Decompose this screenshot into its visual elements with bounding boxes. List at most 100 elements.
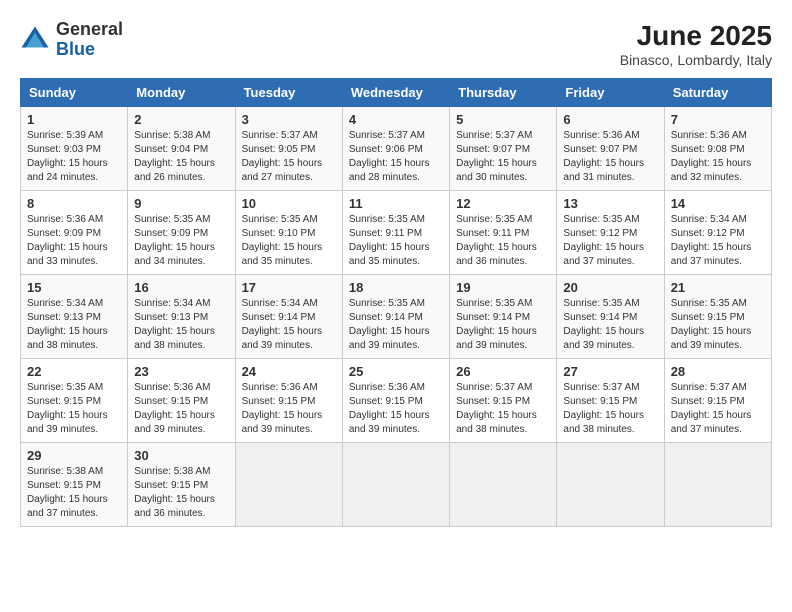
day-info: Sunrise: 5:35 AM Sunset: 9:11 PM Dayligh… [456,213,550,269]
day-number: 4 [349,112,443,127]
calendar-header-row: Sunday Monday Tuesday Wednesday Thursday… [21,79,772,107]
logo-text: General Blue [56,20,123,60]
table-row: 13 Sunrise: 5:35 AM Sunset: 9:12 PM Dayli… [557,191,664,275]
day-number: 7 [671,112,765,127]
table-row: 1 Sunrise: 5:39 AM Sunset: 9:03 PM Daylig… [21,107,128,191]
day-number: 8 [27,196,121,211]
table-row: 5 Sunrise: 5:37 AM Sunset: 9:07 PM Daylig… [450,107,557,191]
table-row: 29 Sunrise: 5:38 AM Sunset: 9:15 PM Dayli… [21,443,128,527]
table-row: 19Sunrise: 5:35 AM Sunset: 9:14 PM Dayli… [450,275,557,359]
day-number: 28 [671,364,765,379]
table-row: 30 Sunrise: 5:38 AM Sunset: 9:15 PM Dayli… [128,443,235,527]
day-info: Sunrise: 5:38 AM Sunset: 9:04 PM Dayligh… [134,129,228,185]
table-row: 2 Sunrise: 5:38 AM Sunset: 9:04 PM Daylig… [128,107,235,191]
day-number: 3 [242,112,336,127]
day-info: Sunrise: 5:37 AM Sunset: 9:15 PM Dayligh… [563,381,657,437]
day-info: Sunrise: 5:36 AM Sunset: 9:08 PM Dayligh… [671,129,765,185]
day-number: 12 [456,196,550,211]
day-number: 14 [671,196,765,211]
table-row: 21 Sunrise: 5:35 AM Sunset: 9:15 PM Dayli… [664,275,771,359]
col-sunday: Sunday [21,79,128,107]
col-wednesday: Wednesday [342,79,449,107]
table-row: 11 Sunrise: 5:35 AM Sunset: 9:11 PM Dayli… [342,191,449,275]
day-number: 16 [134,280,228,295]
day-number: 27 [563,364,657,379]
table-row [235,443,342,527]
day-number: 29 [27,448,121,463]
table-row: 26 Sunrise: 5:37 AM Sunset: 9:15 PM Dayli… [450,359,557,443]
col-thursday: Thursday [450,79,557,107]
table-row: 22 Sunrise: 5:35 AM Sunset: 9:15 PM Dayli… [21,359,128,443]
day-info: Sunrise: 5:36 AM Sunset: 9:07 PM Dayligh… [563,129,657,185]
day-number: 2 [134,112,228,127]
day-info: Sunrise: 5:39 AM Sunset: 9:03 PM Dayligh… [27,129,121,185]
logo-general: General [56,19,123,39]
day-info: Sunrise: 5:35 AM Sunset: 9:15 PM Dayligh… [27,381,121,437]
table-row [664,443,771,527]
day-info: Sunrise: 5:36 AM Sunset: 9:09 PM Dayligh… [27,213,121,269]
calendar-week-row: 22 Sunrise: 5:35 AM Sunset: 9:15 PM Dayli… [21,359,772,443]
table-row: 10Sunrise: 5:35 AM Sunset: 9:10 PM Dayli… [235,191,342,275]
day-info: Sunrise: 5:37 AM Sunset: 9:06 PM Dayligh… [349,129,443,185]
day-number: 25 [349,364,443,379]
page-container: General Blue June 2025 Binasco, Lombardy… [20,20,772,527]
table-row: 6Sunrise: 5:36 AM Sunset: 9:07 PM Daylig… [557,107,664,191]
day-number: 26 [456,364,550,379]
table-row [450,443,557,527]
table-row: 7 Sunrise: 5:36 AM Sunset: 9:08 PM Daylig… [664,107,771,191]
day-number: 20 [563,280,657,295]
day-number: 23 [134,364,228,379]
table-row: 16 Sunrise: 5:34 AM Sunset: 9:13 PM Dayli… [128,275,235,359]
day-info: Sunrise: 5:37 AM Sunset: 9:07 PM Dayligh… [456,129,550,185]
table-row [557,443,664,527]
logo-blue: Blue [56,39,95,59]
day-info: Sunrise: 5:38 AM Sunset: 9:15 PM Dayligh… [134,465,228,521]
day-number: 9 [134,196,228,211]
col-saturday: Saturday [664,79,771,107]
calendar-week-row: 1 Sunrise: 5:39 AM Sunset: 9:03 PM Daylig… [21,107,772,191]
day-info: Sunrise: 5:34 AM Sunset: 9:13 PM Dayligh… [134,297,228,353]
day-info: Sunrise: 5:35 AM Sunset: 9:15 PM Dayligh… [671,297,765,353]
calendar-table: Sunday Monday Tuesday Wednesday Thursday… [20,78,772,527]
location: Binasco, Lombardy, Italy [620,52,772,68]
day-info: Sunrise: 5:38 AM Sunset: 9:15 PM Dayligh… [27,465,121,521]
table-row: 17Sunrise: 5:34 AM Sunset: 9:14 PM Dayli… [235,275,342,359]
day-info: Sunrise: 5:37 AM Sunset: 9:15 PM Dayligh… [456,381,550,437]
month-title: June 2025 [620,20,772,52]
table-row: 12 Sunrise: 5:35 AM Sunset: 9:11 PM Dayli… [450,191,557,275]
table-row: 24 Sunrise: 5:36 AM Sunset: 9:15 PM Dayli… [235,359,342,443]
day-number: 13 [563,196,657,211]
day-info: Sunrise: 5:36 AM Sunset: 9:15 PM Dayligh… [242,381,336,437]
day-info: Sunrise: 5:37 AM Sunset: 9:05 PM Dayligh… [242,129,336,185]
day-number: 1 [27,112,121,127]
logo-icon [20,25,50,55]
day-number: 5 [456,112,550,127]
table-row: 15Sunrise: 5:34 AM Sunset: 9:13 PM Dayli… [21,275,128,359]
day-number: 11 [349,196,443,211]
day-number: 15 [27,280,121,295]
day-info: Sunrise: 5:35 AM Sunset: 9:10 PM Dayligh… [242,213,336,269]
col-monday: Monday [128,79,235,107]
table-row [342,443,449,527]
table-row: 18Sunrise: 5:35 AM Sunset: 9:14 PM Dayli… [342,275,449,359]
logo: General Blue [20,20,123,60]
day-info: Sunrise: 5:37 AM Sunset: 9:15 PM Dayligh… [671,381,765,437]
day-info: Sunrise: 5:35 AM Sunset: 9:11 PM Dayligh… [349,213,443,269]
calendar-week-row: 29 Sunrise: 5:38 AM Sunset: 9:15 PM Dayli… [21,443,772,527]
day-info: Sunrise: 5:35 AM Sunset: 9:12 PM Dayligh… [563,213,657,269]
day-info: Sunrise: 5:35 AM Sunset: 9:14 PM Dayligh… [349,297,443,353]
table-row: 4 Sunrise: 5:37 AM Sunset: 9:06 PM Daylig… [342,107,449,191]
day-number: 24 [242,364,336,379]
day-number: 22 [27,364,121,379]
day-number: 19 [456,280,550,295]
col-tuesday: Tuesday [235,79,342,107]
title-block: June 2025 Binasco, Lombardy, Italy [620,20,772,68]
day-number: 21 [671,280,765,295]
table-row: 28 Sunrise: 5:37 AM Sunset: 9:15 PM Dayli… [664,359,771,443]
day-info: Sunrise: 5:35 AM Sunset: 9:09 PM Dayligh… [134,213,228,269]
table-row: 3 Sunrise: 5:37 AM Sunset: 9:05 PM Daylig… [235,107,342,191]
day-number: 30 [134,448,228,463]
day-info: Sunrise: 5:36 AM Sunset: 9:15 PM Dayligh… [134,381,228,437]
day-info: Sunrise: 5:34 AM Sunset: 9:14 PM Dayligh… [242,297,336,353]
day-info: Sunrise: 5:36 AM Sunset: 9:15 PM Dayligh… [349,381,443,437]
